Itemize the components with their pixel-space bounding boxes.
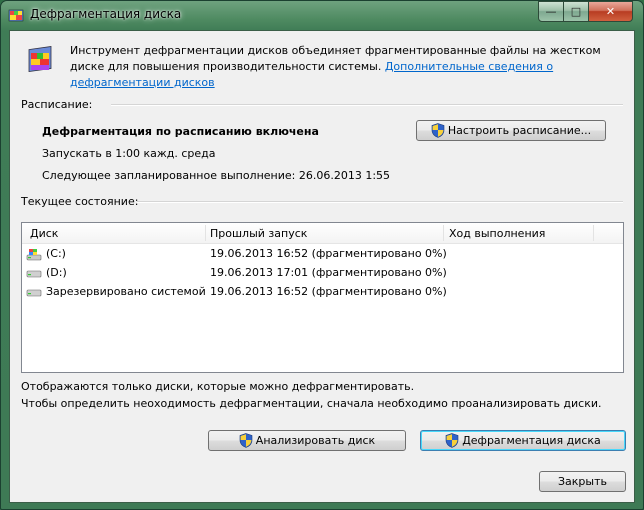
schedule-separator bbox=[111, 104, 623, 106]
window-title: Дефрагментация диска bbox=[30, 7, 182, 21]
configure-schedule-button[interactable]: Настроить расписание... bbox=[416, 120, 606, 141]
defragment-disk-label: Дефрагментация диска bbox=[462, 434, 601, 447]
note-line-2: Чтобы определить неоходимость дефрагмент… bbox=[21, 397, 602, 410]
defrag-window: Дефрагментация диска — □ ✕ Инструмент де… bbox=[0, 0, 644, 510]
column-divider[interactable] bbox=[443, 225, 444, 241]
close-button[interactable]: Закрыть bbox=[539, 471, 626, 492]
column-last-run[interactable]: Прошлый запуск bbox=[210, 227, 307, 240]
schedule-status: Дефрагментация по расписанию включена bbox=[42, 125, 319, 138]
disk-name: (C:) bbox=[46, 247, 66, 260]
defragment-disk-button[interactable]: Дефрагментация диска bbox=[420, 430, 626, 451]
column-disk[interactable]: Диск bbox=[30, 227, 58, 240]
dialog-body: Инструмент дефрагментации дисков объедин… bbox=[9, 30, 635, 503]
intro-text: Инструмент дефрагментации дисков объедин… bbox=[70, 43, 630, 91]
maximize-icon: □ bbox=[570, 5, 582, 18]
drive-icon bbox=[26, 270, 42, 278]
close-icon: ✕ bbox=[605, 5, 616, 18]
analyze-disk-button[interactable]: Анализировать диск bbox=[208, 430, 406, 451]
schedule-next-run: Следующее запланированное выполнение: 26… bbox=[42, 169, 391, 182]
current-state-label: Текущее состояние: bbox=[21, 195, 139, 208]
maximize-button[interactable]: □ bbox=[563, 1, 589, 22]
disk-list[interactable]: Диск Прошлый запуск Ход выполнения (C:) … bbox=[21, 222, 624, 373]
uac-shield-icon bbox=[239, 433, 253, 448]
minimize-icon: — bbox=[545, 5, 557, 18]
disk-last-run: 19.06.2013 17:01 (фрагментировано 0%) bbox=[210, 266, 447, 279]
column-divider[interactable] bbox=[205, 225, 206, 241]
disk-row-reserved[interactable]: Зарезервировано системой 19.06.2013 16:5… bbox=[22, 283, 623, 302]
uac-shield-icon bbox=[445, 433, 459, 448]
column-divider[interactable] bbox=[593, 225, 594, 241]
defrag-header-icon bbox=[28, 46, 52, 73]
drive-icon bbox=[26, 289, 42, 297]
disk-last-run: 19.06.2013 16:52 (фрагментировано 0%) bbox=[210, 285, 447, 298]
minimize-button[interactable]: — bbox=[538, 1, 564, 22]
note-line-1: Отображаются только диски, которые можно… bbox=[21, 380, 415, 393]
current-state-separator bbox=[137, 201, 623, 203]
disk-name: (D:) bbox=[46, 266, 67, 279]
defrag-app-icon bbox=[8, 9, 24, 22]
schedule-run-at: Запускать в 1:00 кажд. среда bbox=[42, 147, 216, 160]
disk-row-c[interactable]: (C:) 19.06.2013 16:52 (фрагментировано 0… bbox=[22, 245, 623, 264]
disk-list-header: Диск Прошлый запуск Ход выполнения bbox=[22, 223, 623, 244]
schedule-label: Расписание: bbox=[21, 98, 93, 111]
close-button-label: Закрыть bbox=[558, 475, 607, 488]
system-drive-icon bbox=[26, 249, 42, 261]
column-progress[interactable]: Ход выполнения bbox=[449, 227, 545, 240]
uac-shield-icon bbox=[431, 123, 445, 138]
configure-schedule-label: Настроить расписание... bbox=[447, 124, 592, 137]
disk-row-d[interactable]: (D:) 19.06.2013 17:01 (фрагментировано 0… bbox=[22, 264, 623, 283]
title-bar[interactable]: Дефрагментация диска — □ ✕ bbox=[1, 1, 643, 29]
disk-name: Зарезервировано системой bbox=[46, 285, 206, 298]
disk-last-run: 19.06.2013 16:52 (фрагментировано 0%) bbox=[210, 247, 447, 260]
analyze-disk-label: Анализировать диск bbox=[255, 434, 376, 447]
close-window-button[interactable]: ✕ bbox=[588, 1, 633, 22]
